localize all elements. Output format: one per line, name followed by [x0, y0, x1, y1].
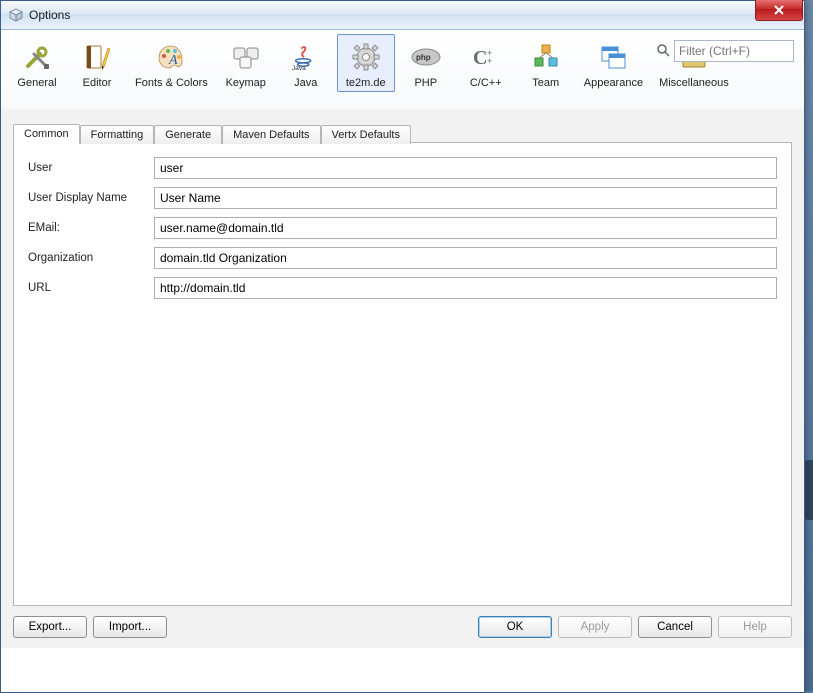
filter-box	[656, 40, 794, 62]
svg-text:php: php	[416, 53, 431, 62]
category-general[interactable]: General	[8, 34, 66, 92]
cancel-button[interactable]: Cancel	[638, 616, 712, 638]
category-label: Fonts & Colors	[135, 77, 208, 89]
palette-letter-icon: A	[155, 41, 187, 73]
options-window: Options General	[0, 0, 805, 693]
c-cpp-icon: C + +	[470, 41, 502, 73]
category-editor[interactable]: Editor	[68, 34, 126, 92]
label-user-display-name: User Display Name	[28, 192, 154, 204]
row-user-display-name: User Display Name	[28, 187, 777, 209]
close-icon	[773, 5, 785, 15]
row-organization: Organization	[28, 247, 777, 269]
tab-generate[interactable]: Generate	[154, 125, 222, 144]
tab-formatting[interactable]: Formatting	[80, 125, 155, 144]
ok-button[interactable]: OK	[478, 616, 552, 638]
category-java[interactable]: Java Java	[277, 34, 335, 92]
category-fonts-colors[interactable]: A Fonts & Colors	[128, 34, 215, 92]
import-button[interactable]: Import...	[93, 616, 167, 638]
gear-icon	[350, 41, 382, 73]
input-user[interactable]	[154, 157, 777, 179]
windows-overlap-icon	[597, 41, 629, 73]
row-url: URL	[28, 277, 777, 299]
category-toolbar: General Editor	[1, 30, 804, 113]
svg-text:A: A	[168, 53, 178, 68]
category-label: Appearance	[584, 77, 643, 89]
apply-button[interactable]: Apply	[558, 616, 632, 638]
row-user: User	[28, 157, 777, 179]
row-email: EMail:	[28, 217, 777, 239]
search-icon	[656, 43, 670, 60]
label-organization: Organization	[28, 252, 154, 264]
category-label: Java	[294, 77, 317, 89]
label-url: URL	[28, 282, 154, 294]
category-c-cpp[interactable]: C + + C/C++	[457, 34, 515, 92]
wrench-screwdriver-icon	[21, 41, 53, 73]
category-team[interactable]: Team	[517, 34, 575, 92]
title-bar[interactable]: Options	[1, 1, 804, 30]
label-user: User	[28, 162, 154, 174]
category-label: Editor	[83, 77, 112, 89]
tab-common[interactable]: Common	[13, 124, 80, 144]
dialog-button-bar: Export... Import... OK Apply Cancel Help	[13, 612, 792, 642]
svg-text:Java: Java	[292, 65, 306, 72]
tab-strip: Common Formatting Generate Maven Default…	[13, 121, 792, 143]
desktop-edge-blob	[804, 460, 813, 520]
options-body: Common Formatting Generate Maven Default…	[1, 109, 804, 648]
team-cubes-icon	[530, 41, 562, 73]
svg-text:+: +	[487, 56, 492, 66]
svg-text:C: C	[473, 47, 487, 69]
java-logo-icon: Java	[290, 41, 322, 73]
export-button[interactable]: Export...	[13, 616, 87, 638]
tab-maven-defaults[interactable]: Maven Defaults	[222, 125, 320, 144]
keyboard-keys-icon	[230, 41, 262, 73]
category-appearance[interactable]: Appearance	[577, 34, 650, 92]
category-keymap[interactable]: Keymap	[217, 34, 275, 92]
input-email[interactable]	[154, 217, 777, 239]
filter-input[interactable]	[674, 40, 794, 62]
notebook-pencil-icon	[81, 41, 113, 73]
window-title: Options	[29, 8, 70, 22]
app-icon	[9, 8, 23, 22]
category-label: General	[17, 77, 56, 89]
desktop-edge	[804, 0, 813, 691]
close-button[interactable]	[755, 0, 803, 21]
input-organization[interactable]	[154, 247, 777, 269]
help-button[interactable]: Help	[718, 616, 792, 638]
category-label: C/C++	[470, 77, 502, 89]
php-logo-icon: php	[410, 41, 442, 73]
category-label: Keymap	[226, 77, 266, 89]
input-url[interactable]	[154, 277, 777, 299]
category-te2m[interactable]: te2m.de	[337, 34, 395, 92]
category-label: Miscellaneous	[659, 77, 729, 89]
tab-vertx-defaults[interactable]: Vertx Defaults	[321, 125, 411, 144]
category-label: Team	[532, 77, 559, 89]
label-email: EMail:	[28, 222, 154, 234]
category-label: te2m.de	[346, 77, 386, 89]
category-php[interactable]: php PHP	[397, 34, 455, 92]
category-label: PHP	[414, 77, 437, 89]
input-user-display-name[interactable]	[154, 187, 777, 209]
tab-page-common: User User Display Name EMail: Organizati…	[13, 142, 792, 606]
